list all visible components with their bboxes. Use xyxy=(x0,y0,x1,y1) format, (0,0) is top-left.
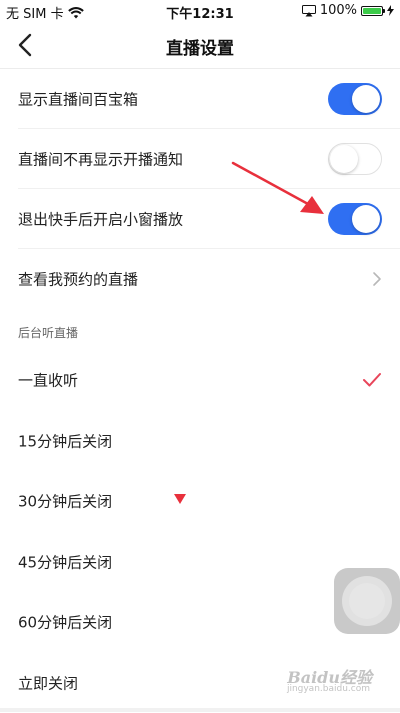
toggle-knob xyxy=(352,85,380,113)
page-title: 直播设置 xyxy=(166,39,234,59)
listen-option-label: 30分钟后关闭 xyxy=(18,492,113,511)
battery-percent: 100% xyxy=(319,3,357,18)
status-bar: 无 SIM 卡 下午12:31 100% xyxy=(0,0,400,22)
setting-row-treasure-box: 显示直播间百宝箱 xyxy=(0,69,400,129)
bottom-bar xyxy=(0,708,400,712)
setting-row-reservations[interactable]: 查看我预约的直播 xyxy=(0,249,400,309)
listen-option-label: 立即关闭 xyxy=(18,674,79,692)
setting-label: 查看我预约的直播 xyxy=(18,270,139,289)
setting-row-pip: 退出快手后开启小窗播放 xyxy=(0,189,400,249)
assistive-touch-core xyxy=(349,583,385,619)
listen-option-label: 60分钟后关闭 xyxy=(18,613,113,632)
toggle-knob xyxy=(330,145,358,173)
battery-icon xyxy=(361,5,385,16)
status-right: 100% xyxy=(301,3,394,18)
listen-option-label: 一直收听 xyxy=(18,371,79,390)
section-header-background-listen: 后台听直播 xyxy=(18,326,79,340)
battery-fill xyxy=(363,7,381,14)
watermark-url: jingyan.baidu.com xyxy=(286,684,370,694)
setting-label: 退出快手后开启小窗播放 xyxy=(18,210,184,229)
pip-toggle[interactable] xyxy=(328,203,382,235)
assistive-touch-button[interactable] xyxy=(334,568,400,634)
charging-bolt-icon xyxy=(387,5,394,16)
listen-option[interactable]: 15分钟后关闭 xyxy=(0,411,400,471)
toggle-knob xyxy=(352,205,380,233)
check-icon xyxy=(363,373,381,387)
annotation-arrow-icon xyxy=(231,161,324,214)
chevron-right-icon xyxy=(373,272,381,286)
airplay-icon xyxy=(301,4,316,16)
listen-option[interactable]: 30分钟后关闭 xyxy=(0,471,400,531)
annotation-triangle-icon xyxy=(174,494,186,504)
listen-option-label: 45分钟后关闭 xyxy=(18,553,113,571)
listen-option-label: 15分钟后关闭 xyxy=(18,432,113,450)
start-notice-toggle[interactable] xyxy=(328,143,382,175)
nav-bar: 直播设置 xyxy=(0,22,400,68)
treasure-box-toggle[interactable] xyxy=(328,83,382,115)
setting-row-start-notice: 直播间不再显示开播通知 xyxy=(0,129,400,189)
setting-label: 显示直播间百宝箱 xyxy=(18,90,139,109)
setting-label: 直播间不再显示开播通知 xyxy=(18,150,184,169)
listen-option[interactable]: 一直收听 xyxy=(0,350,400,410)
